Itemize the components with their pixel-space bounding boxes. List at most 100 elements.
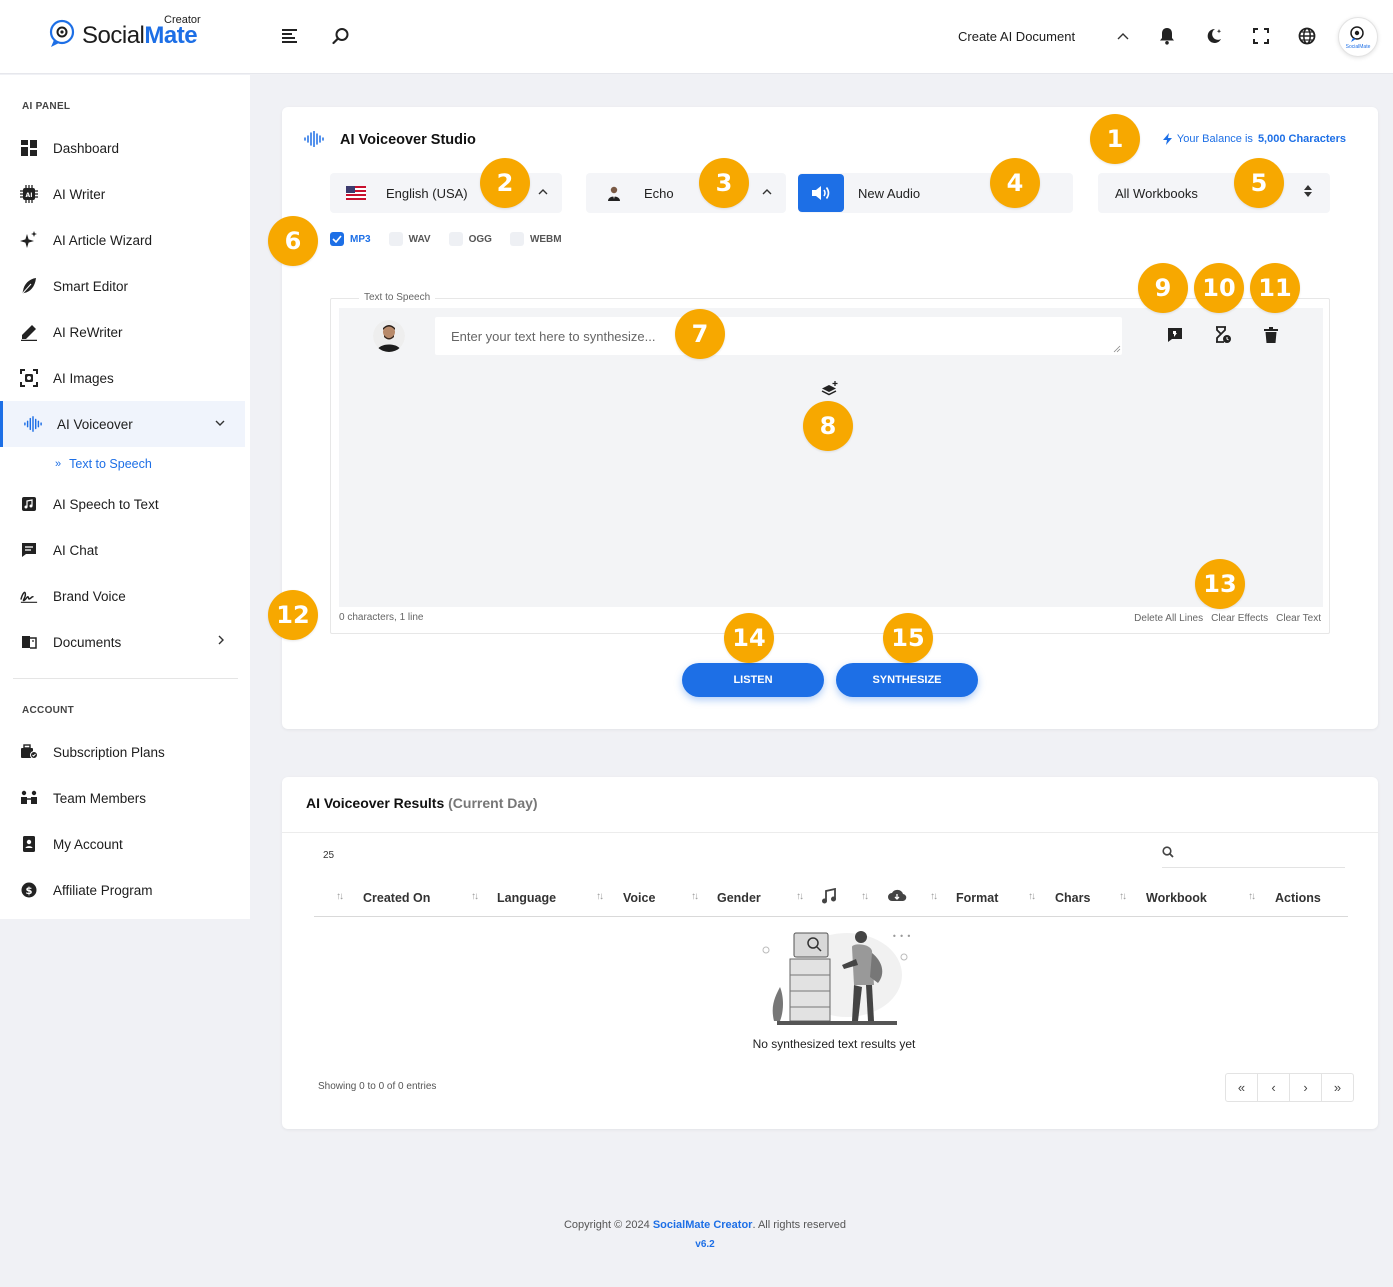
trash-icon[interactable] bbox=[1261, 325, 1281, 345]
next-page-button[interactable]: › bbox=[1290, 1074, 1322, 1101]
user-avatar[interactable]: SocialMate bbox=[1338, 17, 1378, 57]
sidebar-item-label: Dashboard bbox=[53, 140, 120, 156]
svg-text:AI: AI bbox=[26, 192, 33, 199]
format-option-ogg[interactable]: OGG bbox=[448, 232, 492, 246]
footer-brand-link[interactable]: SocialMate Creator bbox=[653, 1219, 753, 1231]
voice-effects-icon[interactable] bbox=[1165, 325, 1185, 345]
sidebar-subitem-text-to-speech[interactable]: » Text to Speech bbox=[55, 457, 152, 471]
format-option-webm[interactable]: WEBM bbox=[509, 232, 562, 246]
menu-toggle-icon[interactable] bbox=[280, 26, 300, 46]
sort-icon[interactable]: ↑↓ bbox=[596, 891, 604, 902]
format-option-mp3[interactable]: MP3 bbox=[330, 232, 371, 246]
annotation-badge-12: 12 bbox=[268, 590, 318, 640]
chevron-down-icon bbox=[215, 416, 225, 430]
voice-select[interactable]: Echo bbox=[586, 173, 786, 213]
fullscreen-icon[interactable] bbox=[1251, 26, 1271, 46]
line-voice-avatar[interactable] bbox=[373, 320, 405, 352]
dashboard-icon bbox=[20, 139, 38, 157]
globe-icon[interactable] bbox=[1297, 26, 1317, 46]
checkbox[interactable] bbox=[448, 232, 463, 246]
column-created-on[interactable]: Created On bbox=[363, 891, 430, 905]
synthesize-button[interactable]: SYNTHESIZE bbox=[836, 663, 978, 697]
last-page-button[interactable]: » bbox=[1322, 1074, 1353, 1101]
page-length-select[interactable]: 25 bbox=[323, 850, 334, 861]
balance-value: 5,000 Characters bbox=[1257, 133, 1346, 145]
image-scan-icon bbox=[20, 369, 38, 387]
sort-icon[interactable]: ↑↓ bbox=[1248, 891, 1256, 902]
sort-icon[interactable]: ↑↓ bbox=[796, 891, 804, 902]
folder-icon bbox=[20, 633, 38, 651]
pause-timer-icon[interactable] bbox=[1213, 325, 1233, 345]
sort-icon[interactable]: ↑↓ bbox=[336, 891, 344, 902]
music-file-icon bbox=[20, 495, 38, 513]
resize-handle-icon[interactable] bbox=[1113, 345, 1121, 353]
contact-card-icon bbox=[20, 835, 38, 853]
sort-icon[interactable]: ↑↓ bbox=[691, 891, 699, 902]
character-count: 0 characters, 1 line bbox=[339, 612, 424, 623]
sidebar-item-label: Smart Editor bbox=[53, 278, 129, 294]
clear-effects-link[interactable]: Clear Effects bbox=[1211, 613, 1268, 624]
column-language[interactable]: Language bbox=[497, 891, 556, 905]
column-format[interactable]: Format bbox=[956, 891, 998, 905]
sort-icon[interactable]: ↑↓ bbox=[861, 891, 869, 902]
sidebar-item-documents[interactable]: Documents bbox=[0, 619, 245, 665]
top-header: SocialMate Creator Create AI Document So… bbox=[0, 0, 1393, 74]
sidebar-item-team-members[interactable]: Team Members bbox=[0, 775, 245, 821]
pen-icon bbox=[20, 323, 38, 341]
studio-title: AI Voiceover Studio bbox=[340, 132, 476, 148]
sidebar-item-ai-voiceover[interactable]: AI Voiceover bbox=[0, 401, 245, 447]
checkbox[interactable] bbox=[388, 232, 403, 246]
sort-icon[interactable]: ↑↓ bbox=[930, 891, 938, 902]
column-gender[interactable]: Gender bbox=[717, 891, 761, 905]
chevron-up-icon[interactable] bbox=[1113, 26, 1133, 46]
sort-icon[interactable]: ↑↓ bbox=[1119, 891, 1127, 902]
annotation-badge-15: 15 bbox=[883, 613, 933, 663]
sidebar-item-dashboard[interactable]: Dashboard bbox=[0, 125, 245, 171]
avatar-logo-icon bbox=[1350, 25, 1364, 42]
format-label: WAV bbox=[408, 233, 431, 245]
sidebar-item-ai-speech-to-text[interactable]: AI Speech to Text bbox=[0, 481, 245, 527]
sidebar-item-label: AI Writer bbox=[53, 186, 106, 202]
column-voice[interactable]: Voice bbox=[623, 891, 655, 905]
app-logo[interactable]: SocialMate Creator bbox=[48, 14, 218, 54]
previous-page-button[interactable]: ‹ bbox=[1258, 1074, 1290, 1101]
search-icon[interactable] bbox=[331, 26, 351, 46]
bell-icon[interactable] bbox=[1157, 26, 1177, 46]
delete-all-lines-link[interactable]: Delete All Lines bbox=[1134, 613, 1203, 624]
sidebar-item-brand-voice[interactable]: Brand Voice bbox=[0, 573, 245, 619]
sidebar-item-ai-images[interactable]: AI Images bbox=[0, 355, 245, 401]
sidebar-item-ai-article-wizard[interactable]: AI Article Wizard bbox=[0, 217, 245, 263]
results-search-input[interactable] bbox=[1162, 844, 1345, 868]
column-music-note-icon[interactable] bbox=[821, 888, 837, 904]
tts-text-input[interactable] bbox=[435, 317, 1122, 355]
sidebar-item-label: Team Members bbox=[53, 790, 147, 806]
annotation-badge-1: 1 bbox=[1090, 114, 1140, 164]
column-chars[interactable]: Chars bbox=[1055, 891, 1090, 905]
dark-mode-icon[interactable] bbox=[1204, 26, 1224, 46]
sort-icon[interactable]: ↑↓ bbox=[471, 891, 479, 902]
sidebar-item-ai-writer[interactable]: AI AI Writer bbox=[0, 171, 245, 217]
checkbox-checked[interactable] bbox=[330, 232, 344, 246]
annotation-badge-11: 11 bbox=[1250, 263, 1300, 313]
column-cloud-download-icon[interactable] bbox=[887, 888, 907, 902]
listen-button[interactable]: LISTEN bbox=[682, 663, 824, 697]
sidebar-item-subscription-plans[interactable]: Subscription Plans bbox=[0, 729, 245, 775]
clear-text-link[interactable]: Clear Text bbox=[1276, 613, 1321, 624]
create-ai-document-link[interactable]: Create AI Document bbox=[958, 29, 1075, 44]
sidebar-item-my-account[interactable]: My Account bbox=[0, 821, 245, 867]
format-option-wav[interactable]: WAV bbox=[388, 232, 431, 246]
sidebar-item-smart-editor[interactable]: Smart Editor bbox=[0, 263, 245, 309]
format-label: MP3 bbox=[350, 233, 371, 245]
sort-icon[interactable]: ↑↓ bbox=[1028, 891, 1036, 902]
sidebar-item-ai-chat[interactable]: AI Chat bbox=[0, 527, 245, 573]
first-page-button[interactable]: « bbox=[1226, 1074, 1258, 1101]
app-version: v6.2 bbox=[695, 1239, 715, 1250]
workbook-select[interactable]: All Workbooks bbox=[1098, 173, 1330, 213]
sidebar-item-affiliate-program[interactable]: $ Affiliate Program bbox=[0, 867, 245, 913]
speaker-icon[interactable] bbox=[798, 174, 844, 212]
column-actions[interactable]: Actions bbox=[1275, 891, 1321, 905]
checkbox[interactable] bbox=[509, 232, 524, 246]
sidebar-item-ai-rewriter[interactable]: AI ReWriter bbox=[0, 309, 245, 355]
voiceover-results-card: AI Voiceover Results (Current Day) 25 ↑↓… bbox=[282, 777, 1378, 1129]
column-workbook[interactable]: Workbook bbox=[1146, 891, 1207, 905]
